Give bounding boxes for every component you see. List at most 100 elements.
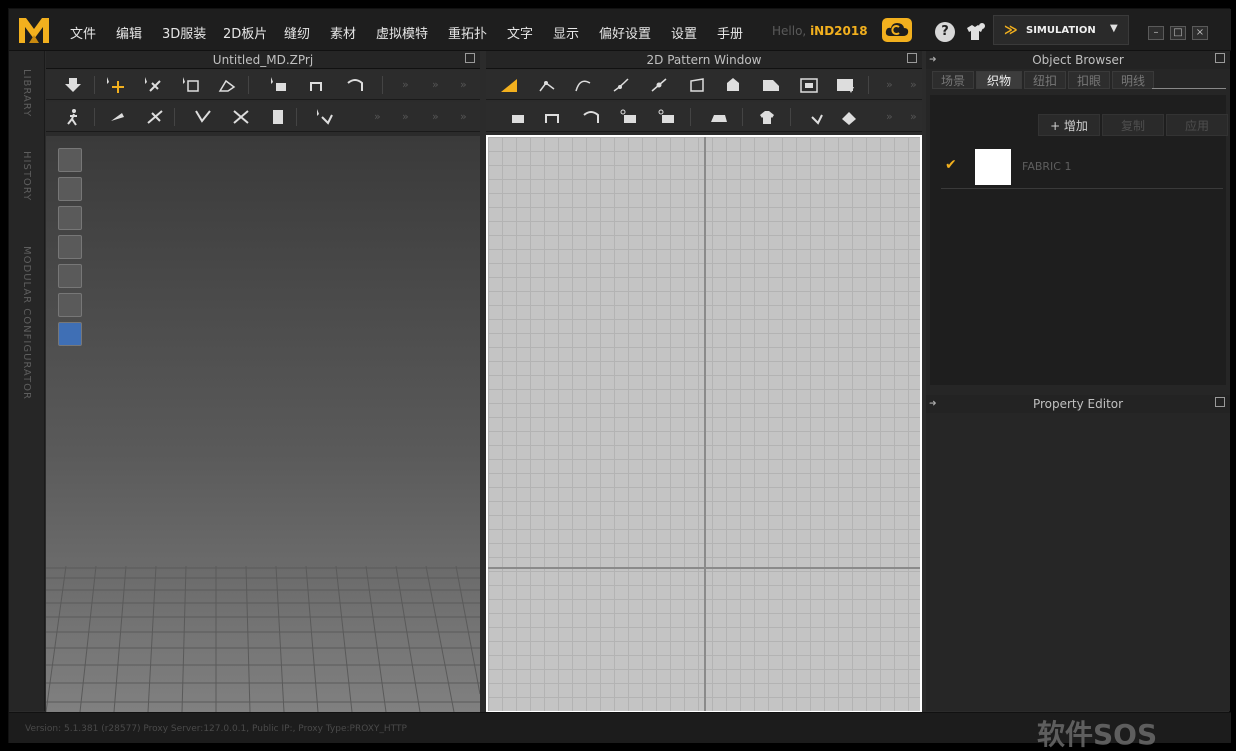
pin-icon[interactable] [106,107,128,127]
more-tools-icon[interactable]: » [432,110,439,123]
pattern-window-2d[interactable] [486,135,922,713]
close-button[interactable]: × [1192,26,1208,40]
rectangle-icon[interactable] [760,75,782,95]
globe-icon[interactable] [58,322,82,346]
simulation-selector[interactable]: ≫ SIMULATION ▼ [993,15,1129,45]
select-move-icon[interactable] [104,75,126,95]
tab-underline [1152,88,1226,89]
show-garment-icon[interactable] [58,148,82,172]
free-sewing-icon[interactable] [542,107,564,127]
maximize-button[interactable]: □ [1170,26,1186,40]
tab-fabric[interactable]: 织物 [976,71,1022,89]
tab-history[interactable]: HISTORY [21,151,32,201]
sewing-segment-icon[interactable] [268,75,290,95]
menu-edit[interactable]: 编辑 [116,23,142,42]
tab-button[interactable]: 纽扣 [1024,71,1066,89]
chevron-down-icon[interactable]: ▼ [1110,23,1118,34]
fold-icon[interactable] [266,107,288,127]
sewing-free-icon[interactable] [306,75,328,95]
add-point-icon[interactable] [648,75,670,95]
more-tools-icon[interactable]: » [460,110,467,123]
more-tools-icon[interactable]: » [910,110,917,123]
show-points-icon[interactable] [58,177,82,201]
curve-point-icon[interactable] [610,75,632,95]
add-fabric-button[interactable]: + 增加 [1038,114,1100,136]
more-tools-icon[interactable]: » [402,110,409,123]
menu-display[interactable]: 显示 [553,23,579,42]
more-tools-icon[interactable]: » [910,78,917,91]
topstitch-icon[interactable] [804,107,826,127]
menu-bar: 文件 编辑 3D服装 2D板片 缝纫 素材 虚拟模特 重拓扑 文字 显示 偏好设… [9,9,1231,51]
garment-fit-icon[interactable] [756,107,778,127]
popout-icon[interactable] [1215,53,1225,63]
tack-icon[interactable] [192,107,214,127]
viewport-3d[interactable] [46,136,480,712]
menu-file[interactable]: 文件 [70,23,96,42]
tab-buttonhole[interactable]: 扣眼 [1068,71,1110,89]
import-icon[interactable] [62,75,84,95]
more-tools-icon[interactable]: » [460,78,467,91]
cloud-icon [885,23,909,36]
polygon-icon[interactable] [686,75,708,95]
menu-avatar[interactable]: 虚拟模特 [376,23,428,42]
dart-icon[interactable] [834,75,856,95]
project-title: Untitled_MD.ZPrj [212,53,314,67]
menu-preferences[interactable]: 偏好设置 [599,23,651,42]
property-editor-title-bar: ➜ Property Editor [926,395,1230,413]
separator [790,108,791,126]
show-avatar-icon[interactable] [58,206,82,230]
more-tools-icon[interactable]: » [374,110,381,123]
collapse-arrow-icon[interactable]: ➜ [929,395,937,413]
fabric-list-item[interactable]: ✔ FABRIC 1 [941,147,1223,189]
menu-materials[interactable]: 素材 [330,23,356,42]
minimize-button[interactable]: – [1148,26,1164,40]
brush-icon[interactable] [314,107,336,127]
needle-icon[interactable] [144,107,166,127]
apply-fabric-button[interactable]: 应用 [1166,114,1228,136]
transform-icon[interactable] [180,75,202,95]
sewing-multi-icon[interactable] [344,75,366,95]
more-tools-icon[interactable]: » [886,78,893,91]
check-sewing-icon[interactable] [656,107,678,127]
select-mesh-icon[interactable] [142,75,164,95]
shirt-avatar-icon[interactable] [964,22,986,42]
help-button[interactable]: ? [935,22,955,42]
edit-point-icon[interactable] [536,75,558,95]
tab-modular-configurator[interactable]: MODULAR CONFIGURATOR [21,246,32,400]
internal-rectangle-icon[interactable] [798,75,820,95]
popout-icon[interactable] [465,53,475,63]
menu-3d-garment[interactable]: 3D服装 [162,23,206,42]
tab-scene[interactable]: 场景 [932,71,974,89]
menu-settings[interactable]: 设置 [671,23,697,42]
menu-sewing[interactable]: 缝纫 [284,23,310,42]
iron-icon[interactable] [708,107,730,127]
transform-pattern-icon[interactable] [498,75,520,95]
edit-sewing-icon[interactable] [618,107,640,127]
pattern-grade-icon[interactable] [838,107,860,127]
menu-retopology[interactable]: 重拓扑 [448,23,487,42]
cloud-button[interactable] [882,18,912,42]
multi-sewing-icon[interactable] [580,107,602,127]
menu-manual[interactable]: 手册 [717,23,743,42]
internal-polygon-icon[interactable] [722,75,744,95]
copy-fabric-button[interactable]: 复制 [1102,114,1164,136]
show-texture-icon[interactable] [58,264,82,288]
more-tools-icon[interactable]: » [886,110,893,123]
segment-sewing-icon[interactable] [506,107,528,127]
strap-icon[interactable] [230,107,252,127]
more-tools-icon[interactable]: » [402,78,409,91]
separator [94,76,95,94]
avatar-silhouette-icon[interactable] [58,293,82,317]
fold-arrange-icon[interactable] [216,75,238,95]
tab-library[interactable]: LIBRARY [21,69,32,117]
menu-2d-pattern[interactable]: 2D板片 [223,23,267,42]
show-pattern-icon[interactable] [58,235,82,259]
edit-curve-icon[interactable] [572,75,594,95]
popout-icon[interactable] [1215,397,1225,407]
more-tools-icon[interactable]: » [432,78,439,91]
tab-topstitch[interactable]: 明线 [1112,71,1154,89]
collapse-arrow-icon[interactable]: ➜ [929,51,937,69]
simulation-walk-icon[interactable] [62,107,84,127]
popout-icon[interactable] [907,53,917,63]
menu-text[interactable]: 文字 [507,23,533,42]
